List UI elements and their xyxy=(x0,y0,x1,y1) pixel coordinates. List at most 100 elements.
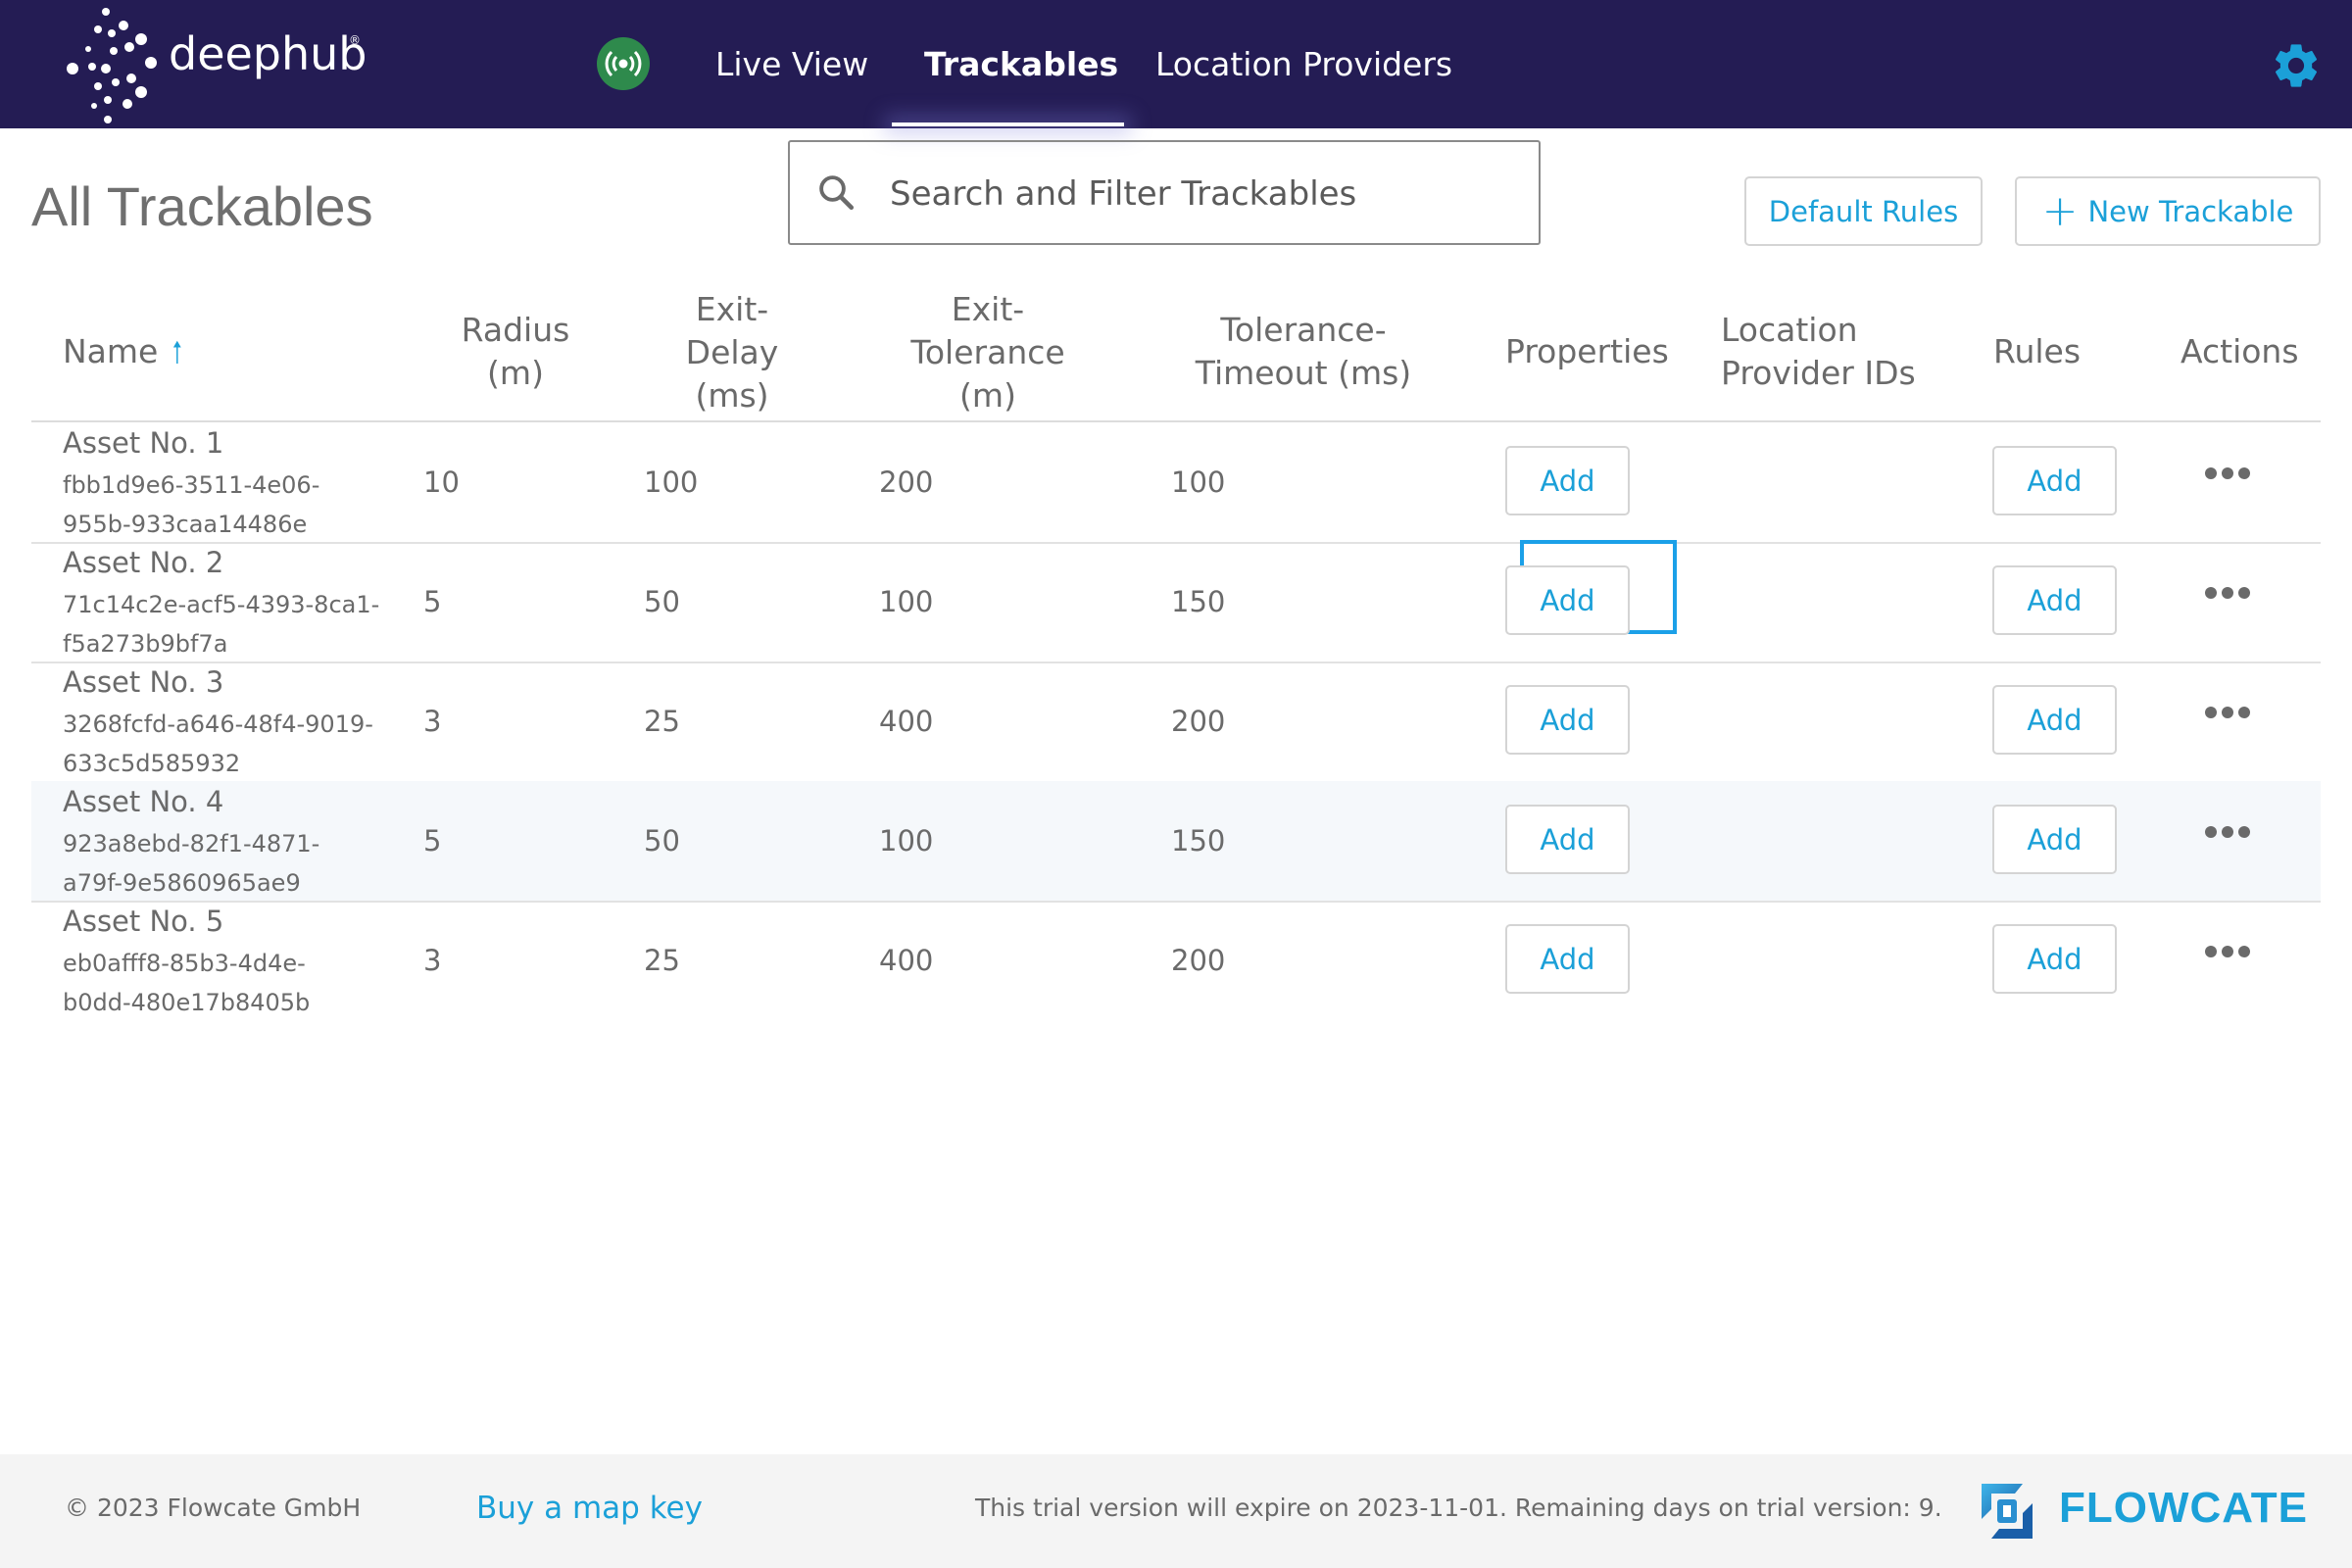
more-actions-icon[interactable] xyxy=(2205,826,2250,840)
column-radius: Radius (m) xyxy=(423,309,608,395)
asset-id-line2: b0dd-480e17b8405b xyxy=(63,989,311,1016)
gear-icon[interactable] xyxy=(2270,39,2323,92)
tolerance-timeout-value: 200 xyxy=(1171,944,1226,977)
search-input[interactable] xyxy=(888,162,1519,226)
column-name-label: Name xyxy=(63,332,159,370)
exit-tolerance-value: 100 xyxy=(879,585,934,618)
column-exit-tolerance-line3: (m) xyxy=(959,376,1016,415)
column-location-provider-ids-line1: Location xyxy=(1721,311,1858,349)
add-properties-button[interactable]: Add xyxy=(1505,446,1630,515)
nav-location-providers[interactable]: Location Providers xyxy=(1155,0,1452,128)
add-rules-button[interactable]: Add xyxy=(1992,685,2117,755)
add-properties-button[interactable]: Add xyxy=(1505,924,1630,994)
new-trackable-button[interactable]: + New Trackable xyxy=(2015,176,2321,246)
tolerance-timeout-value: 200 xyxy=(1171,705,1226,738)
radius-value: 3 xyxy=(423,944,442,977)
asset-name: Asset No. 5 xyxy=(63,905,224,938)
asset-id-line1: 71c14c2e-acf5-4393-8ca1- xyxy=(63,591,380,618)
asset-id: 71c14c2e-acf5-4393-8ca1- f5a273b9bf7a xyxy=(63,585,386,663)
exit-tolerance-value: 100 xyxy=(879,824,934,858)
more-actions-icon[interactable] xyxy=(2205,707,2250,720)
asset-id-line1: fbb1d9e6-3511-4e06- xyxy=(63,471,320,499)
new-trackable-label: New Trackable xyxy=(2087,194,2294,228)
radius-value: 10 xyxy=(423,466,460,499)
asset-id-line1: eb0afff8-85b3-4d4e- xyxy=(63,950,306,977)
add-rules-button[interactable]: Add xyxy=(1992,565,2117,635)
column-radius-line1: Radius xyxy=(461,311,570,349)
add-properties-button[interactable]: Add xyxy=(1505,685,1630,755)
add-rules-button[interactable]: Add xyxy=(1992,446,2117,515)
add-rules-button[interactable]: Add xyxy=(1992,805,2117,874)
more-actions-icon[interactable] xyxy=(2205,946,2250,959)
asset-id: eb0afff8-85b3-4d4e-b0dd-480e17b8405b xyxy=(63,944,386,1022)
more-actions-icon[interactable] xyxy=(2205,467,2250,481)
add-properties-button[interactable]: Add xyxy=(1505,565,1630,635)
radius-value: 3 xyxy=(423,705,442,738)
column-exit-delay-line3: (ms) xyxy=(695,376,769,415)
asset-name: Asset No. 2 xyxy=(63,546,224,579)
brand-name: deephub xyxy=(169,27,368,80)
asset-name: Asset No. 4 xyxy=(63,785,224,818)
column-tolerance-timeout-line2: Timeout (ms) xyxy=(1195,354,1412,392)
add-rules-button[interactable]: Add xyxy=(1992,924,2117,994)
exit-delay-value: 50 xyxy=(644,824,680,858)
add-properties-button[interactable]: Add xyxy=(1505,805,1630,874)
exit-delay-value: 25 xyxy=(644,944,680,977)
column-exit-delay-line2: Delay xyxy=(685,333,779,371)
sort-ascending-icon[interactable]: 🠑 xyxy=(172,336,182,370)
asset-name: Asset No. 1 xyxy=(63,426,224,460)
table-header: Name 🠑 Radius (m) Exit- Delay (ms) Exit- … xyxy=(31,284,2321,422)
column-exit-tolerance-line2: Tolerance xyxy=(910,333,1065,371)
exit-delay-value: 50 xyxy=(644,585,680,618)
brand-registered-mark: ® xyxy=(349,33,361,47)
asset-id-line2: a79f-9e5860965ae9 xyxy=(63,869,301,897)
column-exit-delay-line1: Exit- xyxy=(695,290,769,328)
buy-map-key-link[interactable]: Buy a map key xyxy=(476,1491,703,1526)
asset-id-line1: 3268fcfd-a646-48f4-9019- xyxy=(63,710,373,738)
asset-id: 923a8ebd-82f1-4871- a79f-9e5860965ae9 xyxy=(63,824,386,903)
column-exit-tolerance-line1: Exit- xyxy=(951,290,1025,328)
table-row[interactable]: Asset No. 2 71c14c2e-acf5-4393-8ca1- f5a2… xyxy=(31,540,2321,663)
table-row[interactable]: Asset No. 1 fbb1d9e6-3511-4e06- 955b-933c… xyxy=(31,422,2321,544)
exit-delay-value: 100 xyxy=(644,466,699,499)
column-actions: Actions xyxy=(2180,332,2299,370)
column-rules: Rules xyxy=(1993,332,2082,370)
asset-id-line1: 923a8ebd-82f1-4871- xyxy=(63,830,320,858)
nav-trackables[interactable]: Trackables xyxy=(924,0,1118,128)
tolerance-timeout-value: 150 xyxy=(1171,824,1226,858)
asset-id-line2: 955b-933caa14486e xyxy=(63,511,308,538)
trial-notice: This trial version will expire on 2023-1… xyxy=(975,1494,1942,1522)
tolerance-timeout-value: 100 xyxy=(1171,466,1226,499)
search-box[interactable] xyxy=(788,140,1541,245)
flowcate-logo-icon[interactable] xyxy=(1976,1480,2038,1543)
table-row[interactable]: Asset No. 3 3268fcfd-a646-48f4-9019- 633c… xyxy=(31,662,2321,783)
default-rules-label: Default Rules xyxy=(1768,194,1959,228)
exit-delay-value: 25 xyxy=(644,705,680,738)
copyright-text: © 2023 Flowcate GmbH xyxy=(65,1494,362,1522)
flowcate-brand-name: FLOWCATE xyxy=(2059,1484,2309,1532)
plus-icon: + xyxy=(2041,185,2079,236)
broadcast-icon xyxy=(605,50,642,77)
exit-tolerance-value: 400 xyxy=(879,705,934,738)
table-row[interactable]: Asset No. 5 eb0afff8-85b3-4d4e-b0dd-480e… xyxy=(31,901,2321,1020)
search-icon xyxy=(819,175,855,211)
live-status-icon[interactable] xyxy=(597,37,650,90)
asset-id: fbb1d9e6-3511-4e06- 955b-933caa14486e xyxy=(63,466,386,544)
asset-id-line2: f5a273b9bf7a xyxy=(63,630,228,658)
column-exit-tolerance: Exit- Tolerance (m) xyxy=(870,288,1105,417)
asset-id: 3268fcfd-a646-48f4-9019- 633c5d585932 xyxy=(63,705,386,783)
column-name[interactable]: Name 🠑 xyxy=(63,330,182,375)
default-rules-button[interactable]: Default Rules xyxy=(1744,176,1983,246)
column-properties: Properties xyxy=(1505,332,1669,370)
page-title: All Trackables xyxy=(31,175,373,237)
deephub-logo[interactable]: deephub ® xyxy=(59,0,372,128)
table-row[interactable]: Asset No. 4 923a8ebd-82f1-4871- a79f-9e58… xyxy=(31,781,2321,903)
column-tolerance-timeout: Tolerance- Timeout (ms) xyxy=(1168,309,1439,395)
deephub-logo-mark-icon xyxy=(67,8,157,123)
nav-live-view[interactable]: Live View xyxy=(715,0,868,128)
column-radius-line2: (m) xyxy=(487,354,544,392)
footer: © 2023 Flowcate GmbH Buy a map key This … xyxy=(0,1454,2352,1568)
more-actions-icon[interactable] xyxy=(2205,587,2250,601)
column-location-provider-ids: Location Provider IDs xyxy=(1721,309,1916,395)
radius-value: 5 xyxy=(423,824,442,858)
